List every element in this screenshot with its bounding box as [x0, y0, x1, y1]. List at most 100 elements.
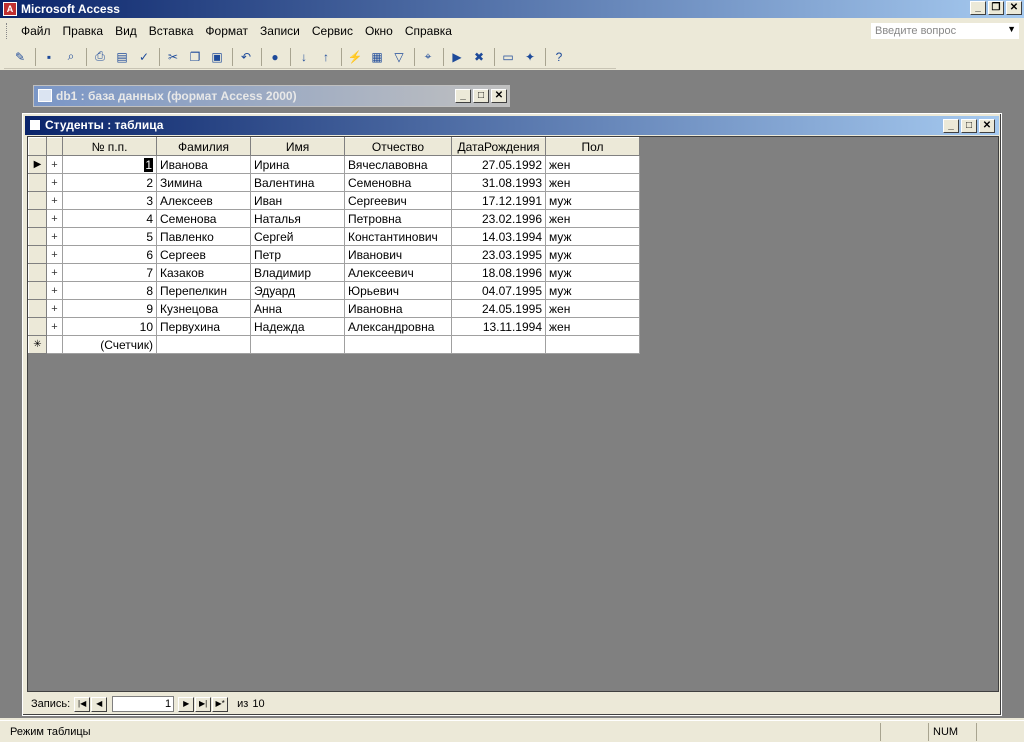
table-cell[interactable]: Сергей — [250, 227, 345, 246]
table-cell[interactable]: 8 — [62, 281, 157, 300]
expand-icon[interactable]: + — [46, 281, 63, 300]
table-cell[interactable]: Казаков — [156, 263, 251, 282]
new-record-row[interactable]: ✳ (Счетчик) — [28, 335, 640, 354]
column-header[interactable]: Фамилия — [156, 137, 251, 156]
find-icon[interactable]: ⌖ — [418, 47, 438, 67]
copy-icon[interactable]: ❐ — [185, 47, 205, 67]
cut-icon[interactable]: ✂ — [163, 47, 183, 67]
table-cell[interactable] — [451, 335, 546, 354]
table-cell[interactable]: муж — [545, 281, 640, 300]
new-record-icon[interactable]: ▶ — [447, 47, 467, 67]
table-cell[interactable]: 3 — [62, 191, 157, 210]
record-selector[interactable] — [28, 299, 47, 318]
expand-icon[interactable]: + — [46, 227, 63, 246]
table-cell[interactable] — [156, 335, 251, 354]
menu-help[interactable]: Справка — [399, 24, 458, 38]
table-cell[interactable]: 4 — [62, 209, 157, 228]
table-cell[interactable]: Ирина — [250, 155, 345, 174]
table-cell[interactable]: 9 — [62, 299, 157, 318]
table-cell[interactable] — [250, 335, 345, 354]
table-cell[interactable]: Семеновна — [344, 173, 452, 192]
view-icon[interactable]: ✎ — [10, 47, 30, 67]
table-cell[interactable]: Алексеев — [156, 191, 251, 210]
prev-record-button[interactable]: ◀ — [91, 696, 108, 712]
table-minimize-button[interactable]: _ — [943, 119, 959, 133]
table-cell[interactable]: Анна — [250, 299, 345, 318]
table-cell[interactable]: Петровна — [344, 209, 452, 228]
table-cell[interactable]: Петр — [250, 245, 345, 264]
table-cell[interactable]: Валентина — [250, 173, 345, 192]
db-minimize-button[interactable]: _ — [455, 89, 471, 103]
table-cell[interactable]: 7 — [62, 263, 157, 282]
menu-edit[interactable]: Правка — [57, 24, 110, 38]
record-selector[interactable] — [28, 263, 47, 282]
expand-icon[interactable]: + — [46, 317, 63, 336]
table-row[interactable]: +4 Семенова Наталья Петровна 23.02.1996 жен — [28, 209, 640, 228]
database-window-titlebar[interactable]: db1 : база данных (формат Access 2000) _… — [34, 86, 509, 106]
help-icon[interactable]: ? — [549, 47, 569, 67]
table-cell[interactable]: Зимина — [156, 173, 251, 192]
expand-icon[interactable]: + — [46, 209, 63, 228]
column-header[interactable]: Пол — [545, 137, 640, 156]
new-record-icon[interactable]: ✳ — [28, 335, 47, 354]
table-cell[interactable]: муж — [545, 245, 640, 264]
table-cell[interactable]: жен — [545, 155, 640, 174]
table-cell[interactable]: 2 — [62, 173, 157, 192]
menu-tools[interactable]: Сервис — [306, 24, 359, 38]
table-row[interactable]: +7 Казаков Владимир Алексеевич 18.08.1996 муж — [28, 263, 640, 282]
table-window-titlebar[interactable]: Студенты : таблица _ □ ✕ — [25, 116, 999, 135]
expand-icon[interactable]: + — [46, 299, 63, 318]
close-button[interactable]: ✕ — [1006, 1, 1022, 15]
table-cell[interactable]: муж — [545, 227, 640, 246]
expand-icon[interactable]: + — [46, 155, 63, 174]
delete-record-icon[interactable]: ✖ — [469, 47, 489, 67]
db-maximize-button[interactable]: □ — [473, 89, 489, 103]
table-cell[interactable]: 1 — [62, 155, 157, 174]
record-selector[interactable] — [28, 191, 47, 210]
next-record-button[interactable]: ▶ — [178, 696, 195, 712]
search-file-icon[interactable]: ⌕ — [61, 47, 81, 67]
expand-icon[interactable]: + — [46, 191, 63, 210]
record-selector[interactable] — [28, 281, 47, 300]
table-cell[interactable]: 14.03.1994 — [451, 227, 546, 246]
table-cell[interactable]: 13.11.1994 — [451, 317, 546, 336]
table-cell[interactable]: 23.03.1995 — [451, 245, 546, 264]
table-close-button[interactable]: ✕ — [979, 119, 995, 133]
table-cell[interactable]: Алексеевич — [344, 263, 452, 282]
table-row[interactable]: +9 Кузнецова Анна Ивановна 24.05.1995 жен — [28, 299, 640, 318]
table-cell[interactable] — [545, 335, 640, 354]
filter-by-form-icon[interactable]: ▦ — [367, 47, 387, 67]
expand-icon[interactable]: + — [46, 173, 63, 192]
ask-question-input[interactable]: Введите вопрос ▼ — [870, 22, 1020, 40]
table-cell[interactable]: 31.08.1993 — [451, 173, 546, 192]
paste-icon[interactable]: ▣ — [207, 47, 227, 67]
table-cell[interactable]: Надежда — [250, 317, 345, 336]
table-maximize-button[interactable]: □ — [961, 119, 977, 133]
table-cell[interactable]: муж — [545, 191, 640, 210]
table-cell[interactable]: Александровна — [344, 317, 452, 336]
table-cell[interactable]: 04.07.1995 — [451, 281, 546, 300]
table-row[interactable]: +3 Алексеев Иван Сергеевич 17.12.1991 муж — [28, 191, 640, 210]
table-cell[interactable]: 17.12.1991 — [451, 191, 546, 210]
table-cell[interactable]: 18.08.1996 — [451, 263, 546, 282]
table-cell[interactable]: жен — [545, 209, 640, 228]
first-record-button[interactable]: |◀ — [74, 696, 91, 712]
record-selector[interactable] — [28, 317, 47, 336]
table-cell[interactable]: Павленко — [156, 227, 251, 246]
menu-records[interactable]: Записи — [254, 24, 306, 38]
minimize-button[interactable]: _ — [970, 1, 986, 15]
column-header[interactable]: № п.п. — [62, 137, 157, 156]
table-cell[interactable]: 5 — [62, 227, 157, 246]
table-cell[interactable]: 6 — [62, 245, 157, 264]
table-cell[interactable]: Иван — [250, 191, 345, 210]
table-cell[interactable]: Иванович — [344, 245, 452, 264]
table-cell[interactable]: Семенова — [156, 209, 251, 228]
table-cell[interactable]: жен — [545, 299, 640, 318]
column-header[interactable]: ДатаРождения — [451, 137, 546, 156]
table-row[interactable]: +8 Перепелкин Эдуард Юрьевич 04.07.1995 муж — [28, 281, 640, 300]
db-close-button[interactable]: ✕ — [491, 89, 507, 103]
table-cell[interactable]: жен — [545, 173, 640, 192]
menu-file[interactable]: Файл — [15, 24, 57, 38]
table-cell[interactable]: 23.02.1996 — [451, 209, 546, 228]
column-header[interactable]: Отчество — [344, 137, 452, 156]
